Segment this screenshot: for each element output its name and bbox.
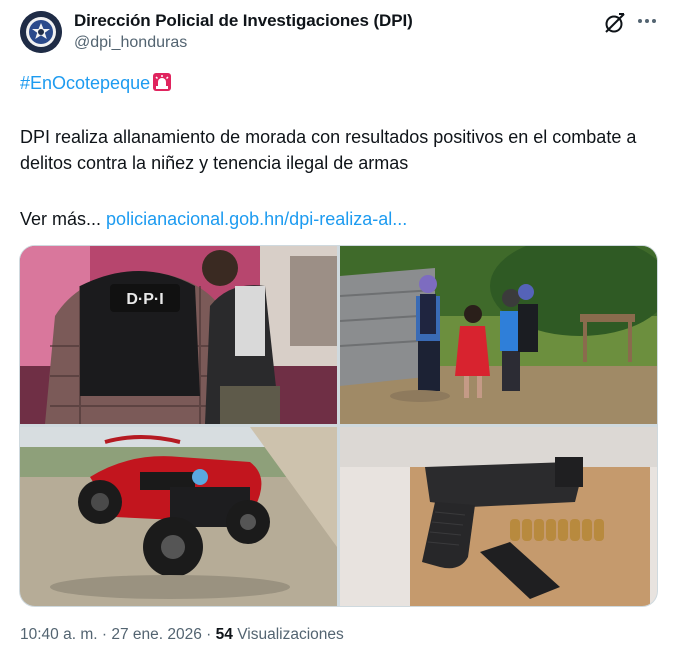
author-handle[interactable]: @dpi_honduras — [74, 34, 187, 52]
hashtag-link[interactable]: #EnOcotepeque — [20, 73, 150, 93]
views-count: 54 — [215, 626, 233, 643]
more-options-icon[interactable] — [634, 8, 660, 34]
photo-agents-interior[interactable]: D·P·I — [20, 246, 337, 424]
grok-icon[interactable] — [602, 10, 628, 36]
photo-atv[interactable] — [20, 427, 337, 606]
dpi-badge-logo-icon — [20, 11, 62, 53]
tweet-date[interactable]: 27 ene. 2026 — [111, 626, 202, 643]
see-more-label: Ver más... — [20, 209, 102, 229]
meta-separator: · — [101, 626, 108, 643]
tweet-body: DPI realiza allanamiento de morada con r… — [20, 127, 637, 173]
rotating-light-icon — [152, 72, 172, 92]
meta-separator-2: · — [206, 626, 212, 643]
article-link[interactable]: policianacional.gob.hn/dpi-realiza-al... — [106, 209, 407, 229]
vest-text: D·P·I — [126, 291, 163, 308]
author-name[interactable]: Dirección Policial de Investigaciones (D… — [74, 11, 413, 31]
avatar[interactable] — [20, 11, 62, 53]
views-label: Visualizaciones — [237, 626, 344, 643]
tweet-header: Dirección Policial de Investigaciones (D… — [0, 0, 673, 66]
media-grid: D·P·I — [19, 245, 658, 607]
tweet-time[interactable]: 10:40 a. m. — [20, 626, 98, 643]
tweet-meta: 10:40 a. m. · 27 ene. 2026 · 54 Visualiz… — [20, 626, 344, 644]
photo-seized-pistol[interactable] — [340, 427, 657, 606]
photo-outdoor-scene[interactable] — [340, 246, 657, 424]
see-more-line: Ver más... policianacional.gob.hn/dpi-re… — [20, 206, 407, 232]
hashtag-line: #EnOcotepeque — [20, 70, 172, 96]
